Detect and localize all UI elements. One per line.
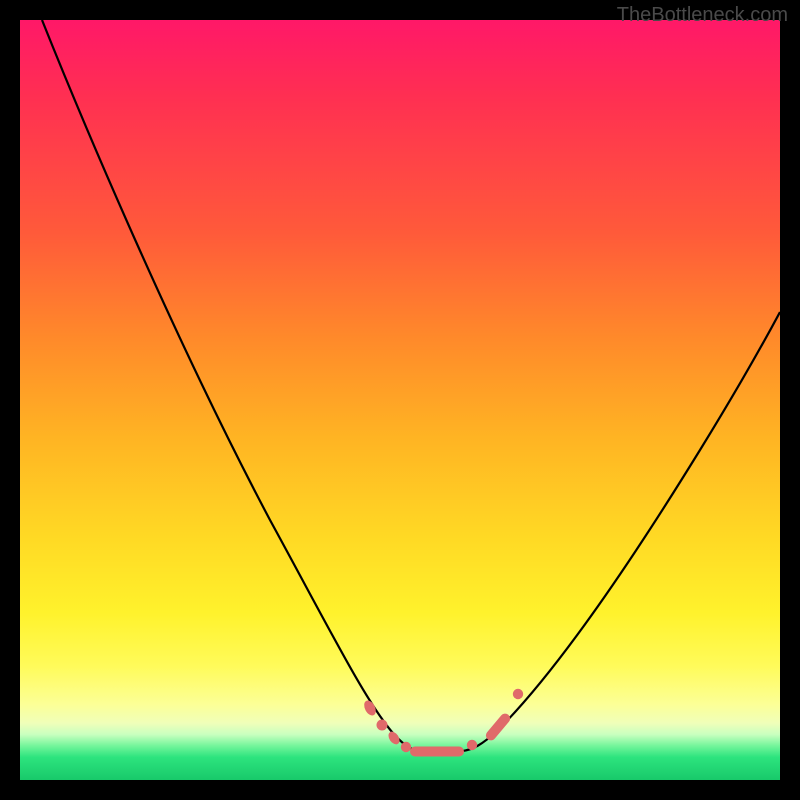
watermark-text: TheBottleneck.com — [617, 4, 788, 27]
plot-frame — [20, 20, 780, 780]
bottleneck-gradient — [20, 20, 780, 780]
